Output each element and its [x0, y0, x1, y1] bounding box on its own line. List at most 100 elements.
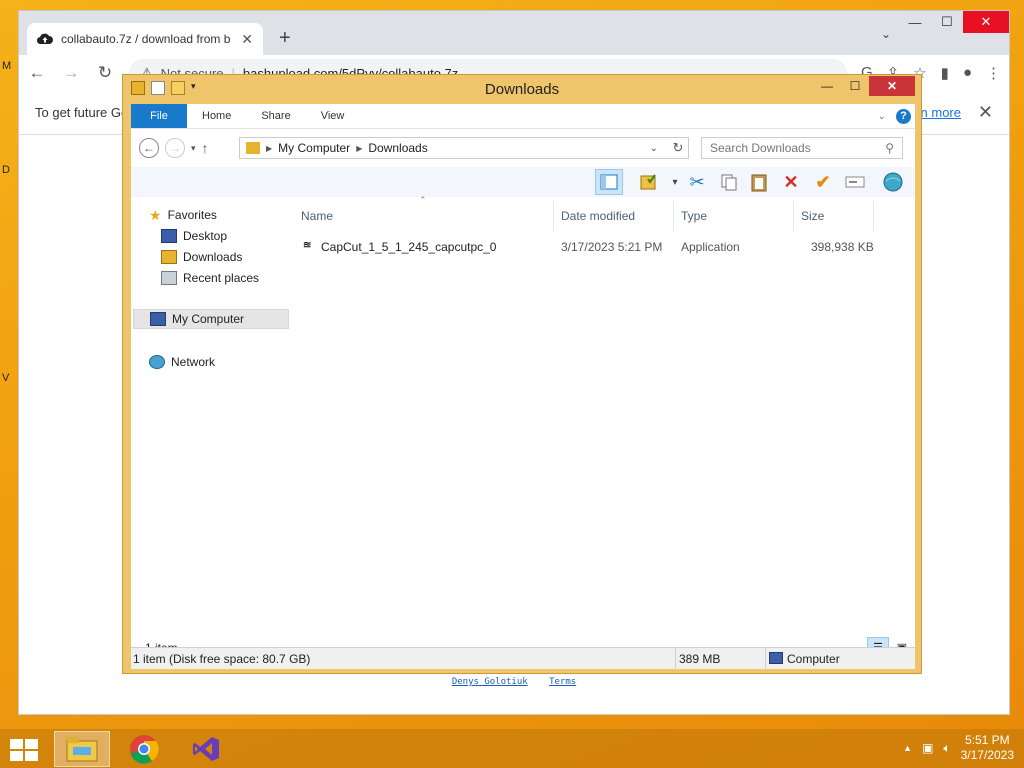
breadcrumb-separator[interactable]: ▶ — [356, 144, 362, 153]
cut-icon[interactable]: ✂ — [683, 169, 711, 195]
tab-view[interactable]: View — [306, 104, 360, 128]
close-infobar-icon[interactable]: ✕ — [978, 102, 993, 123]
browser-tab[interactable]: collabauto.7z / download from b ✕ — [27, 23, 263, 55]
quick-access-toolbar: ▾ — [131, 81, 199, 95]
location-zone: Computer — [787, 652, 840, 666]
explorer-title-bar: ▾ Downloads — ☐ ✕ — [123, 75, 921, 104]
menu-icon[interactable]: ⋮ — [986, 64, 1001, 82]
tab-title: collabauto.7z / download from b — [61, 32, 231, 46]
column-divider[interactable] — [673, 201, 674, 231]
info-bar-text: To get future Go — [35, 105, 129, 120]
forward-icon[interactable]: → — [165, 138, 185, 158]
recent-locations-icon[interactable]: ▾ — [191, 143, 196, 154]
file-list: ⌃ Name Date modified Type Size ≊ CapCut_… — [299, 195, 915, 637]
globe-icon[interactable] — [879, 169, 907, 195]
search-placeholder: Search Downloads — [710, 141, 811, 155]
new-tab-button[interactable]: + — [279, 27, 291, 50]
visual-studio-taskbar-button[interactable] — [178, 731, 234, 767]
recent-places-icon — [161, 271, 177, 285]
explorer-window: ▾ Downloads — ☐ ✕ File Home Share View ⌄… — [122, 74, 922, 674]
column-divider[interactable] — [873, 201, 874, 231]
maximize-button[interactable]: ☐ — [931, 11, 963, 33]
command-toolbar: ▾ ✂ ✕ ✔ — [131, 167, 915, 197]
breadcrumb-separator[interactable]: ▶ — [266, 144, 272, 153]
tab-file[interactable]: File — [131, 104, 187, 128]
nav-favorites[interactable]: ★ Favorites — [149, 205, 217, 225]
chrome-taskbar-button[interactable] — [116, 731, 172, 767]
tab-home[interactable]: Home — [187, 104, 246, 128]
copy-icon[interactable] — [715, 169, 743, 195]
column-header-size[interactable]: Size — [801, 209, 824, 223]
tab-search-button[interactable]: ⌄ — [881, 27, 891, 41]
reload-button[interactable]: ↻ — [95, 63, 115, 83]
expand-ribbon-icon[interactable]: ⌄ — [878, 111, 886, 122]
close-window-button[interactable]: ✕ — [869, 76, 915, 96]
minimize-button[interactable]: — — [813, 76, 841, 96]
column-header-date[interactable]: Date modified — [561, 209, 635, 223]
column-header-name[interactable]: Name — [301, 209, 333, 223]
nav-downloads[interactable]: Downloads — [161, 247, 242, 267]
sidebar-icon[interactable]: ▮ — [941, 64, 949, 82]
chevron-down-icon[interactable]: ⌄ — [650, 143, 658, 154]
tab-share[interactable]: Share — [246, 104, 305, 128]
rename-icon[interactable] — [841, 169, 869, 195]
profile-icon[interactable]: ● — [963, 64, 972, 82]
application-icon: ≊ — [303, 240, 312, 251]
file-explorer-icon — [66, 737, 98, 762]
address-bar[interactable]: ▶ My Computer ▶ Downloads ⌄ — [239, 137, 689, 159]
nav-label: Desktop — [183, 229, 228, 243]
start-button[interactable] — [8, 737, 40, 761]
show-hidden-icons-icon[interactable]: ▲ — [903, 743, 912, 753]
column-header-type[interactable]: Type — [681, 209, 707, 223]
search-input[interactable]: Search Downloads ⚲ — [701, 137, 903, 159]
file-name: CapCut_1_5_1_245_capcutpc_0 — [321, 240, 497, 254]
folder-download-icon[interactable] — [131, 81, 145, 95]
chevron-down-icon[interactable]: ▾ — [191, 81, 199, 95]
nav-label: Favorites — [167, 208, 217, 222]
divider — [765, 648, 766, 670]
paste-icon[interactable] — [745, 169, 773, 195]
nav-recent-places[interactable]: Recent places — [161, 268, 259, 288]
properties-icon[interactable] — [151, 81, 165, 95]
minimize-button[interactable]: — — [899, 11, 931, 33]
delete-icon[interactable]: ✕ — [777, 169, 805, 195]
cloud-upload-icon — [37, 31, 53, 47]
up-icon[interactable]: ↑ — [202, 140, 209, 156]
chrome-icon — [130, 735, 159, 764]
file-explorer-taskbar-button[interactable] — [54, 731, 110, 767]
select-folder-icon[interactable] — [635, 169, 663, 195]
clock[interactable]: 5:51 PM 3/17/2023 — [961, 733, 1014, 763]
volume-icon[interactable]: 🔈︎ — [943, 741, 950, 756]
help-icon[interactable]: ? — [896, 108, 911, 124]
nav-desktop[interactable]: Desktop — [161, 226, 227, 246]
close-window-button[interactable]: ✕ — [963, 11, 1009, 33]
network-status-icon[interactable]: ▣ — [922, 741, 933, 755]
breadcrumb-my-computer[interactable]: My Computer — [278, 141, 350, 155]
back-button[interactable]: ← — [27, 63, 47, 83]
new-folder-icon[interactable] — [171, 81, 185, 95]
refresh-icon[interactable]: ↻ — [667, 137, 689, 159]
system-tray: ▲ ▣ 🔈︎ 5:51 PM 3/17/2023 — [903, 733, 1014, 763]
author-link[interactable]: Denys Golotiuk — [452, 677, 528, 687]
nav-my-computer[interactable]: My Computer — [133, 309, 289, 329]
column-divider[interactable] — [553, 201, 554, 231]
window-title: Downloads — [484, 81, 560, 98]
table-row[interactable]: ≊ CapCut_1_5_1_245_capcutpc_0 3/17/2023 … — [299, 237, 899, 257]
maximize-button[interactable]: ☐ — [841, 76, 869, 96]
preview-pane-icon[interactable] — [595, 169, 623, 195]
breadcrumb-downloads[interactable]: Downloads — [368, 141, 427, 155]
learn-more-link[interactable]: n more — [921, 105, 961, 120]
selection-size: 389 MB — [679, 652, 721, 666]
desktop-icon-label: M — [2, 60, 12, 72]
ribbon-tabs: File Home Share View ⌄ ? — [131, 104, 915, 129]
search-icon: ⚲ — [885, 141, 894, 155]
close-tab-icon[interactable]: ✕ — [241, 31, 253, 48]
column-divider[interactable] — [793, 201, 794, 231]
status-bar: 1 item (Disk free space: 80.7 GB) 389 MB… — [131, 647, 915, 670]
clock-time: 5:51 PM — [964, 733, 1010, 747]
terms-link[interactable]: Terms — [549, 677, 576, 687]
properties-check-icon[interactable]: ✔ — [809, 169, 837, 195]
forward-button[interactable]: → — [61, 63, 81, 83]
nav-network[interactable]: Network — [149, 352, 215, 372]
back-icon[interactable]: ← — [139, 138, 159, 158]
